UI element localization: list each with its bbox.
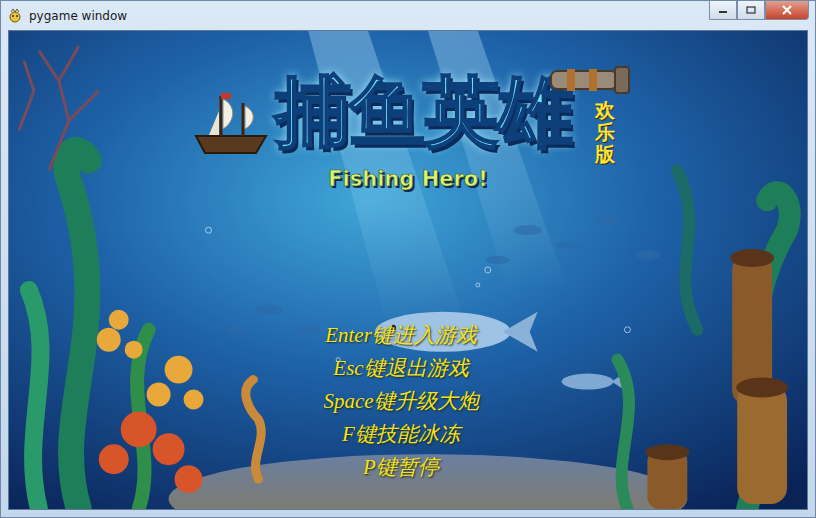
key-instructions: Enter键进入游戏Esc键退出游戏Space键升级大炮F键技能冰冻P键暂停 [323,319,478,484]
window-frame: 捕鱼英雄 欢乐版 Fishing Hero! Enter键进入游戏Esc键退出游… [1,30,815,517]
minimize-button[interactable] [709,1,737,20]
instruction-text: Space键升级大炮 [323,385,478,418]
close-icon [782,5,792,15]
instruction-text: F键技能冰冻 [342,418,460,451]
logo-subtitle: Fishing Hero! [328,167,488,191]
instruction-text: Esc键退出游戏 [333,352,468,385]
maximize-button[interactable] [737,1,765,20]
game-window: pygame window 捕鱼英雄 欢乐版 Fishing Hero! Ent… [0,0,816,518]
window-controls [709,1,809,20]
instruction-text: Enter键进入游戏 [325,319,477,352]
logo-edition: 欢乐版 [595,99,615,165]
title-screen: 捕鱼英雄 欢乐版 Fishing Hero! Enter键进入游戏Esc键退出游… [9,31,807,484]
close-button[interactable] [765,1,809,20]
logo-title: 捕鱼英雄 [275,63,571,162]
cannon-icon [545,59,635,99]
window-title: pygame window [29,9,703,23]
game-screen[interactable]: 捕鱼英雄 欢乐版 Fishing Hero! Enter键进入游戏Esc键退出游… [8,30,808,510]
maximize-icon [746,6,756,14]
minimize-icon [718,6,728,14]
instruction-text: P键暂停 [363,451,439,484]
pygame-icon [7,8,23,24]
pirate-ship-icon [191,91,271,161]
game-logo: 捕鱼英雄 欢乐版 [191,59,635,165]
title-bar: pygame window [1,1,815,30]
